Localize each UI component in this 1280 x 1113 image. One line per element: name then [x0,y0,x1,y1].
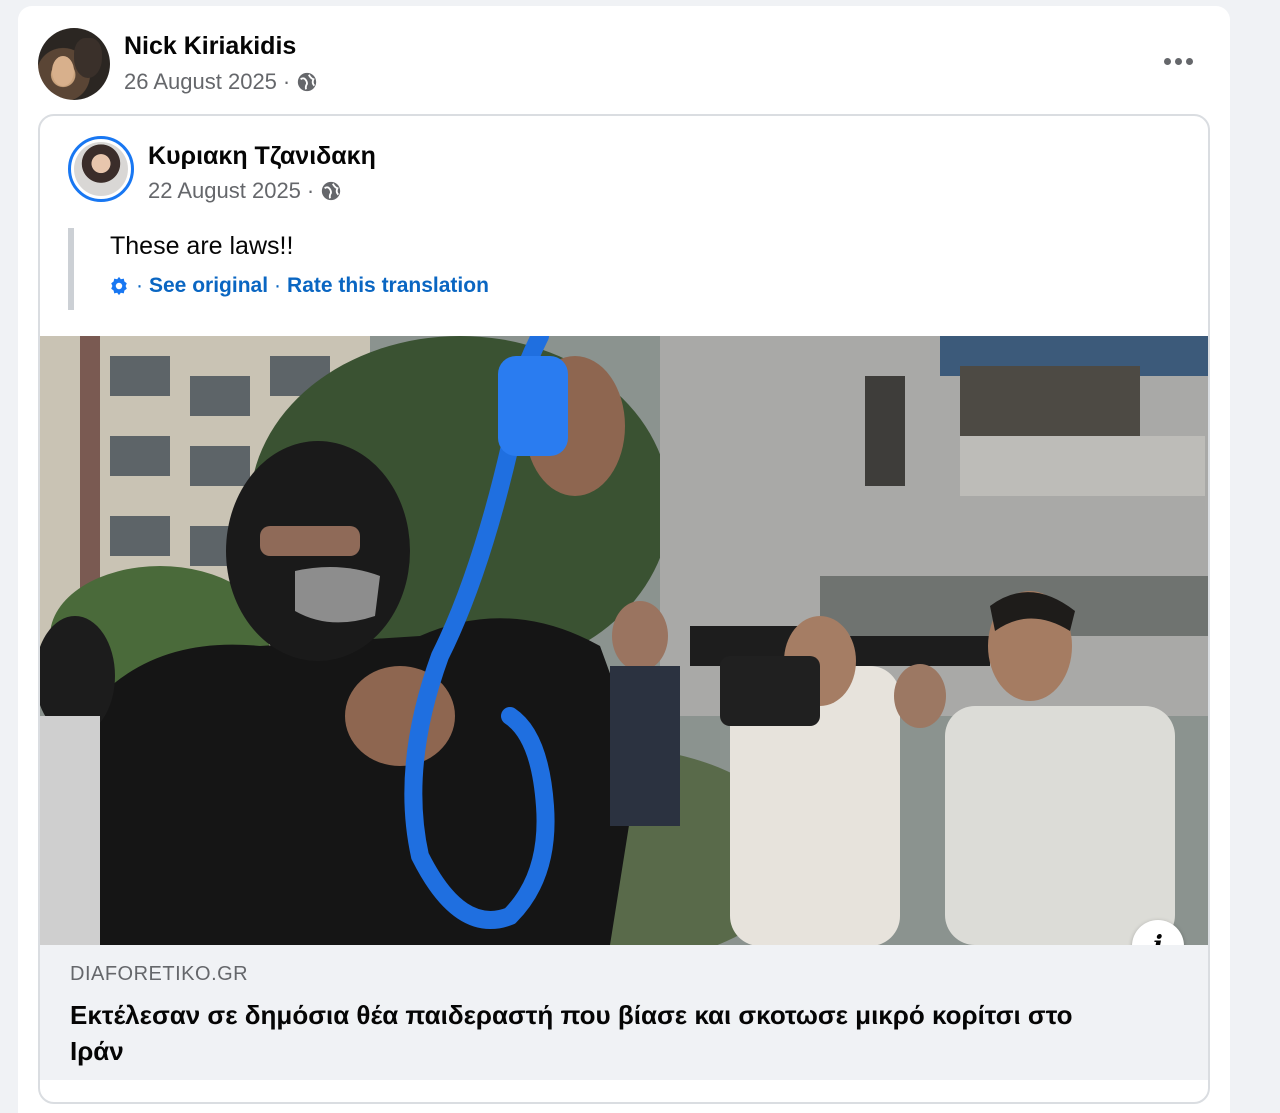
post-text: These are laws!! [110,232,294,260]
avatar-photo [74,142,128,196]
window [865,376,905,486]
globe-icon [298,72,317,92]
author-name[interactable]: Nick Kiriakidis [124,32,296,61]
rope-knot [498,356,568,456]
background-person [40,716,100,945]
link-domain: DIAFORETIKO.GR [70,963,249,985]
link-preview-image[interactable] [40,336,1208,945]
translated-text-block: These are laws!! · See original · Rate t… [68,228,768,310]
see-original-link[interactable]: See original [149,274,268,298]
background-person [894,664,946,728]
person-masked [80,618,640,945]
gear-icon[interactable] [108,275,130,297]
post-header: Nick Kiriakidis 26 August 2025 · [38,28,1208,100]
globe-icon [322,181,341,201]
post-card: Nick Kiriakidis 26 August 2025 · Κυριακη… [18,6,1230,1113]
more-dots-icon [1185,57,1193,65]
post-meta: 26 August 2025 · [124,69,318,95]
video-camera [720,656,820,726]
translation-separator: · [274,274,282,297]
shared-author-name[interactable]: Κυριακη Τζανιδακη [148,142,376,171]
link-preview-footer[interactable]: DIAFORETIKO.GR Εκτέλεσαν σε δημόσια θέα … [40,945,1208,1080]
avatar-figure [52,56,74,86]
background-person [610,666,680,826]
translation-row: · See original · Rate this translation [108,274,489,298]
person-right [945,706,1175,945]
author-avatar[interactable] [38,28,110,100]
translation-separator: · [136,274,143,297]
avatar-figure [74,38,102,78]
shared-post-date[interactable]: 22 August 2025 [148,178,301,204]
background-person [612,601,668,671]
rate-translation-link[interactable]: Rate this translation [287,274,489,298]
preview-photo [40,336,1208,945]
meta-separator: · [306,178,315,203]
shared-post-meta: 22 August 2025 · [148,178,342,204]
balcony [960,436,1205,496]
post-date[interactable]: 26 August 2025 [124,69,277,95]
more-options-button[interactable] [1158,48,1198,74]
meta-separator: · [282,69,291,94]
shared-post: Κυριακη Τζανιδακη 22 August 2025 · These… [38,114,1210,1104]
face-mask [295,567,380,623]
link-title[interactable]: Εκτέλεσαν σε δημόσια θέα παιδεραστή που … [70,997,1090,1069]
more-dots-icon [1163,57,1171,65]
more-dots-icon [1174,57,1182,65]
eye-opening [260,526,360,556]
shared-author-avatar[interactable] [68,136,134,202]
